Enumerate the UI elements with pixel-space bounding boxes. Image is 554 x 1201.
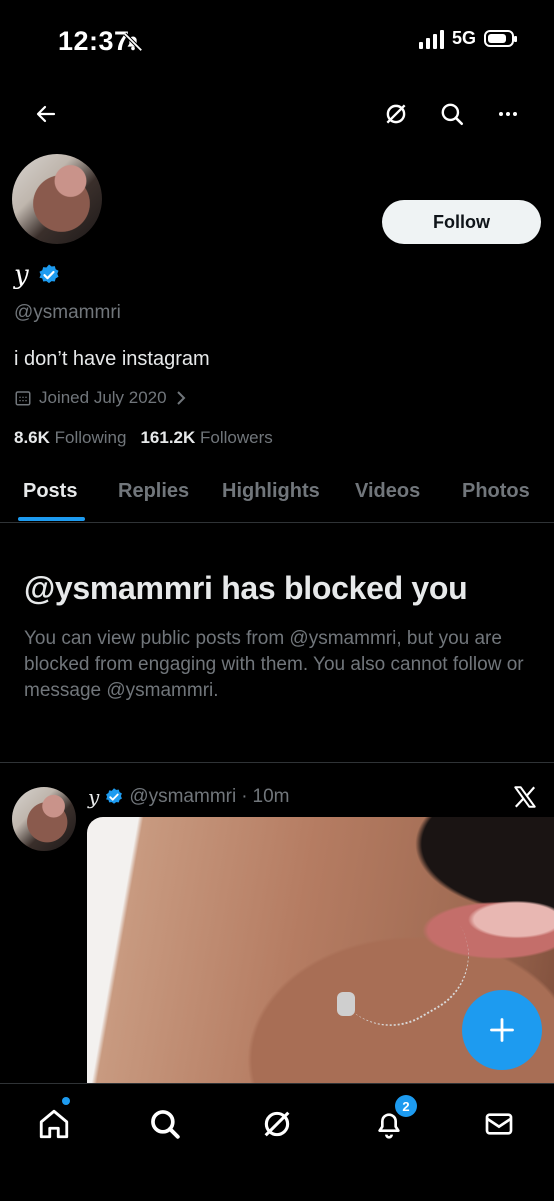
followers-link[interactable]: 161.2K Followers <box>140 428 272 448</box>
tab-posts[interactable]: Posts <box>23 480 77 503</box>
search-icon <box>441 103 464 126</box>
profile-handle: @ysmammri <box>14 302 121 323</box>
verified-icon <box>39 264 59 284</box>
active-tab-indicator <box>18 517 85 521</box>
divider <box>0 762 554 763</box>
mute-bell-icon <box>123 32 143 52</box>
blocked-message: You can view public posts from @ysmammri… <box>24 628 524 701</box>
battery-icon <box>484 30 517 47</box>
post-separator: · <box>241 786 248 807</box>
display-name-row: y <box>14 260 61 290</box>
search-button[interactable] <box>434 96 470 132</box>
back-arrow-icon <box>36 105 56 123</box>
joined-date[interactable]: Joined July 2020 <box>14 388 188 408</box>
more-button[interactable] <box>490 96 526 132</box>
grok-button[interactable] <box>378 96 414 132</box>
network-type: 5G <box>451 28 476 48</box>
nav-messages[interactable] <box>479 1104 519 1144</box>
nav-search[interactable] <box>145 1104 185 1144</box>
followers-label: Followers <box>200 428 273 447</box>
compose-button[interactable] <box>462 990 542 1070</box>
x-logo-icon <box>514 786 536 808</box>
post-header: y @ysmammri · 10m <box>88 785 290 809</box>
follow-button[interactable]: Follow <box>382 200 541 244</box>
tab-replies[interactable]: Replies <box>118 480 189 503</box>
post-author-name: y <box>88 785 100 809</box>
nav-grok[interactable] <box>257 1104 297 1144</box>
verified-icon <box>106 788 123 804</box>
compose-icon <box>490 1018 514 1042</box>
grok-icon <box>386 104 406 124</box>
home-unread-dot <box>62 1097 70 1105</box>
display-name: y <box>14 260 29 290</box>
followers-count: 161.2K <box>140 428 196 447</box>
profile-avatar[interactable] <box>12 154 102 244</box>
post-avatar[interactable] <box>12 787 76 851</box>
tab-photos[interactable]: Photos <box>462 480 530 503</box>
nav-home[interactable] <box>34 1104 74 1144</box>
tab-highlights[interactable]: Highlights <box>222 480 320 503</box>
joined-text: Joined July 2020 <box>39 388 167 407</box>
post-time: 10m <box>252 786 290 807</box>
profile-tabs: Posts Replies Highlights Videos Photos <box>0 470 554 523</box>
follow-counts: 8.6K Following 161.2K Followers <box>14 428 273 448</box>
search-icon <box>151 1110 180 1139</box>
following-label: Following <box>54 428 127 447</box>
following-link[interactable]: 8.6K Following <box>14 428 126 448</box>
signal-icon <box>418 29 444 49</box>
messages-icon <box>485 1113 513 1135</box>
bottom-nav: 2 <box>0 1083 554 1201</box>
following-count: 8.6K <box>14 428 50 447</box>
profile-bio: i don’t have instagram <box>14 348 210 370</box>
blocked-title: @ysmammri has blocked you <box>24 570 468 606</box>
necklace-pendant <box>337 992 355 1016</box>
chevron-right-icon <box>176 391 186 405</box>
more-icon <box>499 112 517 116</box>
notification-badge: 2 <box>395 1095 417 1117</box>
tab-videos[interactable]: Videos <box>355 480 420 503</box>
post-handle: @ysmammri <box>129 786 237 807</box>
grok-icon <box>264 1111 290 1137</box>
status-indicators: 5G <box>418 28 517 49</box>
status-time: 12:37 <box>58 26 130 56</box>
calendar-icon <box>15 391 31 406</box>
home-icon <box>39 1109 69 1139</box>
back-button[interactable] <box>28 96 64 132</box>
